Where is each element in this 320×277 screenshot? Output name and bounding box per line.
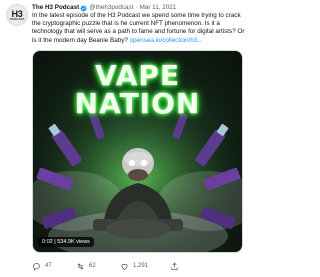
like-count: 1,291 bbox=[133, 263, 149, 269]
avatar-logo-subtext: PODCAST bbox=[9, 16, 25, 21]
avatar[interactable]: H3 PODCAST bbox=[6, 4, 28, 26]
share-icon bbox=[171, 262, 178, 270]
reply-button[interactable]: 47 bbox=[32, 259, 52, 273]
like-button[interactable]: 1,291 bbox=[120, 259, 148, 273]
verified-badge-icon bbox=[80, 5, 87, 11]
tweet[interactable]: H3 PODCAST The H3 Podcast @theh3podcast … bbox=[0, 0, 250, 277]
heart-icon bbox=[121, 263, 128, 270]
badge-separator: | bbox=[54, 239, 56, 245]
video-player[interactable]: VAPE NATION 0:02 | 534.9K views bbox=[32, 50, 243, 253]
reply-icon bbox=[33, 262, 40, 271]
video-views: 534.9K views bbox=[57, 239, 90, 245]
share-button[interactable] bbox=[170, 259, 183, 273]
video-duration: 0:02 bbox=[42, 239, 53, 245]
tweet-link[interactable]: opensea.io/collection/h3... bbox=[130, 37, 203, 44]
tweet-text: In the latest episode of the H3 Podcast … bbox=[32, 12, 246, 45]
retweet-count: 62 bbox=[89, 263, 96, 269]
tweet-actions: 47 62 1,291 bbox=[32, 259, 246, 273]
retweet-button[interactable]: 62 bbox=[76, 259, 96, 273]
retweet-icon bbox=[77, 262, 84, 270]
video-stats-badge: 0:02 | 534.9K views bbox=[38, 237, 94, 247]
video-title-line-2: NATION bbox=[74, 87, 201, 120]
reply-count: 47 bbox=[45, 263, 52, 269]
